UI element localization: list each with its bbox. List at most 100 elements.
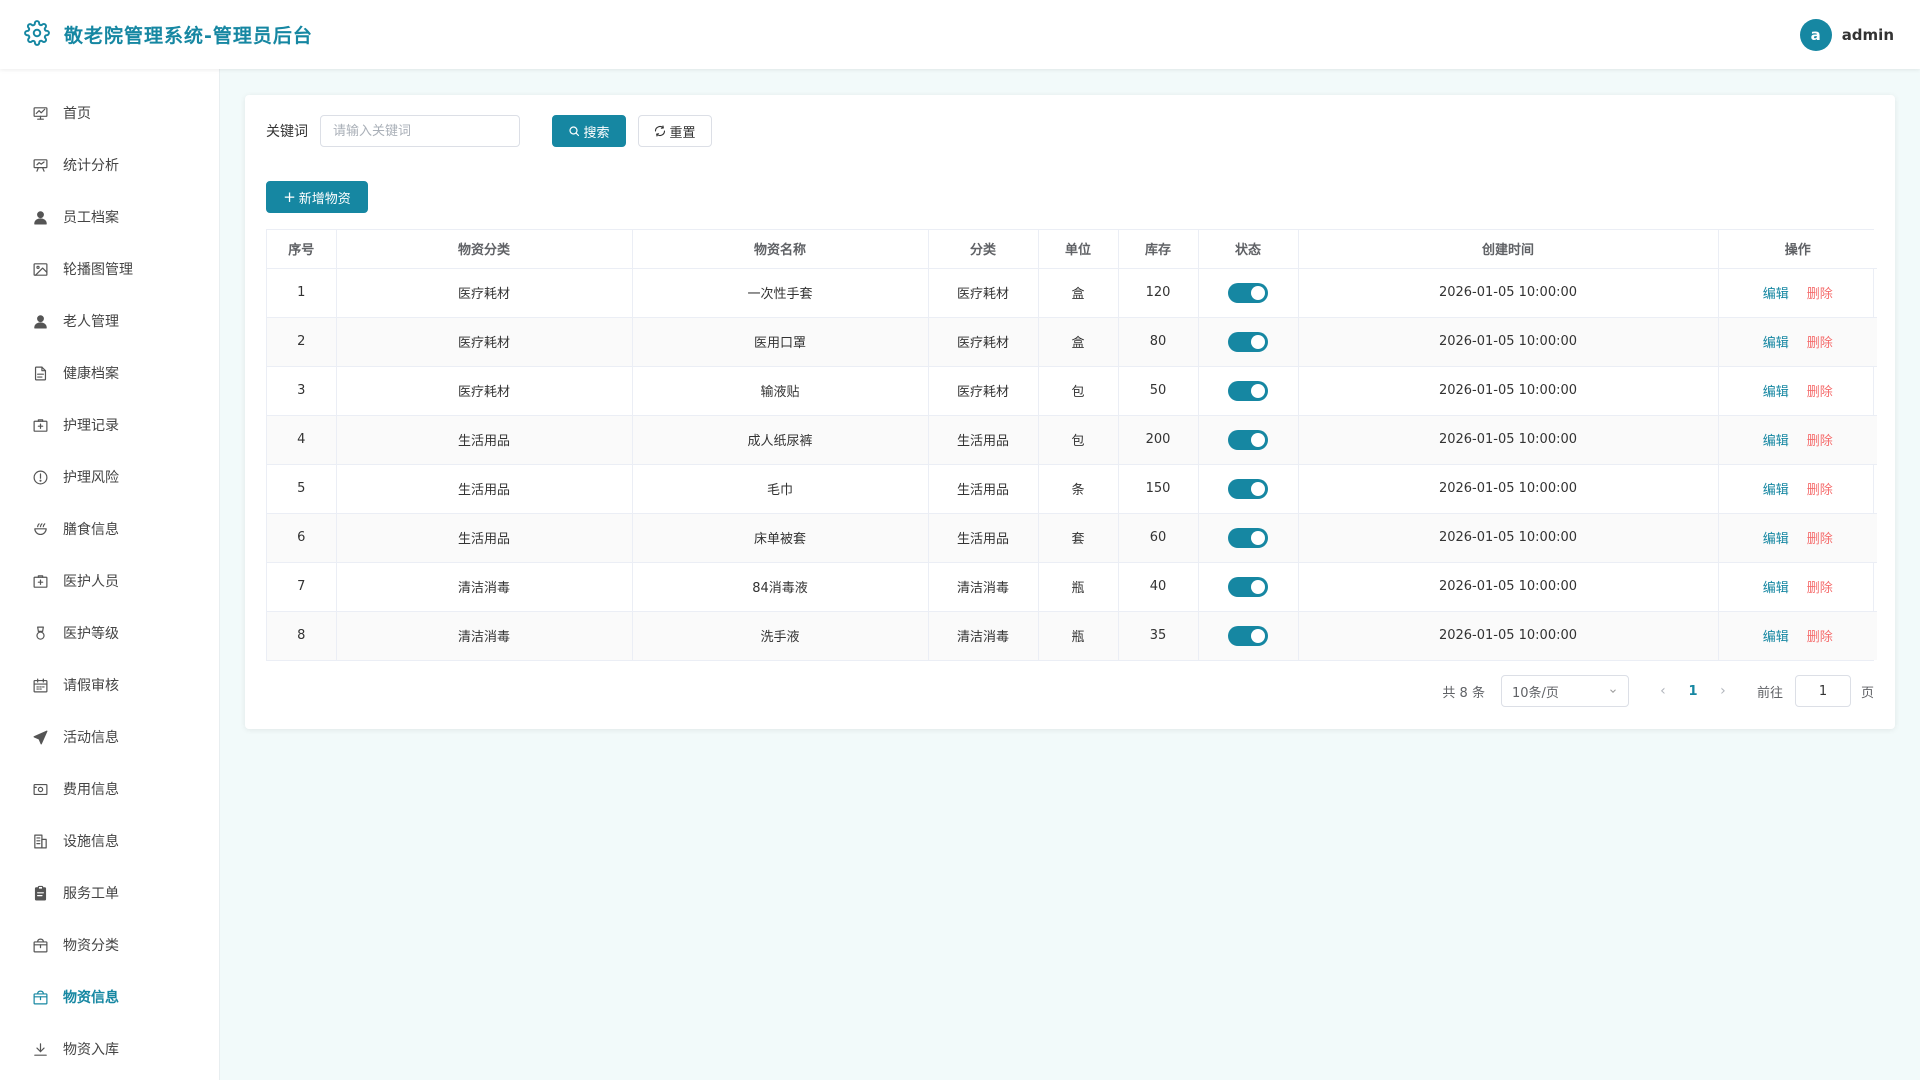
total-count: 共 8 条 [1442, 685, 1485, 701]
presentation-chart-icon [33, 158, 48, 172]
user-icon [34, 210, 47, 224]
cell-stock: 50 [1118, 366, 1199, 416]
delete-button[interactable]: 删除 [1807, 581, 1833, 596]
download-icon [34, 1042, 47, 1056]
sidebar-item-16[interactable]: 物资分类 [0, 919, 219, 971]
sidebar-item-5[interactable]: 健康档案 [0, 347, 219, 399]
sidebar-item-label: 膳食信息 [63, 522, 119, 538]
cell-created: 2026-01-05 10:00:00 [1298, 464, 1719, 514]
sidebar-item-label: 护理记录 [63, 418, 119, 434]
goto-page-input[interactable] [1794, 675, 1851, 707]
bowl-icon [34, 522, 47, 535]
status-toggle[interactable] [1228, 625, 1268, 646]
delete-button[interactable]: 删除 [1807, 483, 1833, 498]
column-header: 状态 [1198, 230, 1299, 269]
edit-button[interactable]: 编辑 [1763, 532, 1789, 547]
status-toggle[interactable] [1228, 282, 1268, 303]
cell-status [1198, 562, 1299, 612]
avatar[interactable]: a [1799, 18, 1832, 51]
cell-category: 清洁消毒 [336, 611, 633, 660]
cell-type: 医疗耗材 [928, 366, 1039, 416]
delete-button[interactable]: 删除 [1807, 532, 1833, 547]
cell-status [1198, 611, 1299, 660]
sidebar-item-label: 服务工单 [63, 886, 119, 902]
column-header: 序号 [267, 230, 337, 269]
edit-button[interactable]: 编辑 [1763, 630, 1789, 645]
sidebar-item-2[interactable]: 员工档案 [0, 191, 219, 243]
status-toggle[interactable] [1228, 380, 1268, 401]
table-row: 7 清洁消毒 84消毒液 清洁消毒瓶 40 2026-01-05 10:00:00 编辑 删除 [267, 562, 1877, 612]
sidebar-item-9[interactable]: 医护人员 [0, 555, 219, 607]
delete-button[interactable]: 删除 [1807, 434, 1833, 449]
sidebar-item-13[interactable]: 费用信息 [0, 763, 219, 815]
box-icon [33, 990, 48, 1004]
sidebar-item-18[interactable]: 物资入库 [0, 1023, 219, 1075]
delete-button[interactable]: 删除 [1807, 336, 1833, 351]
sidebar: 首页统计分析 员工档案 轮播图管理老人管理健康档案护理记录护理风险膳食信息医护人员医… [0, 69, 220, 1080]
sidebar-item-15[interactable]: 服务工单 [0, 867, 219, 919]
edit-button[interactable]: 编辑 [1763, 434, 1789, 449]
cell-actions: 编辑 删除 [1718, 366, 1877, 416]
edit-button[interactable]: 编辑 [1763, 483, 1789, 498]
brand: 敬老院管理系统-管理员后台 [24, 19, 313, 50]
sidebar-item-14[interactable]: 设施信息 [0, 815, 219, 867]
cell-status [1198, 513, 1299, 563]
medical-box-icon [33, 574, 48, 588]
prev-page-button[interactable]: ‹ [1651, 683, 1675, 699]
keyword-input[interactable] [320, 115, 520, 147]
cell-name: 洗手液 [632, 611, 929, 660]
username[interactable]: admin [1842, 26, 1894, 44]
sidebar-item-4[interactable]: 老人管理 [0, 295, 219, 347]
edit-button[interactable]: 编辑 [1763, 287, 1789, 302]
cell-stock: 200 [1118, 415, 1199, 465]
cell-stock: 150 [1118, 464, 1199, 514]
sidebar-item-label: 活动信息 [63, 730, 119, 746]
sidebar-item-10[interactable]: 医护等级 [0, 607, 219, 659]
top-header: 敬老院管理系统-管理员后台 a admin [0, 0, 1920, 69]
cell-type: 医疗耗材 [928, 317, 1039, 367]
cell-actions: 编辑 删除 [1718, 611, 1877, 660]
cell-stock: 60 [1118, 513, 1199, 563]
status-toggle[interactable] [1228, 429, 1268, 450]
table-row: 3 医疗耗材 输液贴 医疗耗材包 50 2026-01-05 10:00:00 编辑 删除 [267, 366, 1877, 416]
sidebar-item-8[interactable]: 膳食信息 [0, 503, 219, 555]
sidebar-item-label: 老人管理 [63, 314, 119, 330]
delete-button[interactable]: 删除 [1807, 287, 1833, 302]
status-toggle[interactable] [1228, 331, 1268, 352]
delete-button[interactable]: 删除 [1807, 630, 1833, 645]
status-toggle[interactable] [1228, 527, 1268, 548]
page-number-current[interactable]: 1 [1675, 684, 1711, 699]
cell-category: 生活用品 [336, 513, 633, 563]
user-menu[interactable]: a admin [1799, 18, 1894, 51]
page-size-select[interactable]: 10条/页 [1500, 675, 1629, 707]
delete-button[interactable]: 删除 [1807, 385, 1833, 400]
sidebar-item-label: 首页 [63, 106, 91, 122]
status-toggle[interactable] [1228, 478, 1268, 499]
cell-name: 84消毒液 [632, 562, 929, 612]
table-body: 1 医疗耗材 一次性手套 医疗耗材盒 120 2026-01-05 10:00:00 编辑删… [267, 268, 1877, 660]
cell-category: 医疗耗材 [336, 366, 633, 416]
sidebar-item-1[interactable]: 统计分析 [0, 139, 219, 191]
next-page-button[interactable]: › [1711, 683, 1735, 699]
search-button-label: 搜索 [583, 125, 610, 141]
sidebar-item-12[interactable]: 活动信息 [0, 711, 219, 763]
status-toggle[interactable] [1228, 576, 1268, 597]
cell-name: 成人纸尿裤 [632, 415, 929, 465]
edit-button[interactable]: 编辑 [1763, 581, 1789, 596]
edit-button[interactable]: 编辑 [1763, 336, 1789, 351]
cell-name: 输液贴 [632, 366, 929, 416]
sidebar-item-3[interactable]: 轮播图管理 [0, 243, 219, 295]
sidebar-item-label: 物资分类 [63, 938, 119, 954]
reset-button[interactable]: 重置 [638, 115, 712, 147]
sidebar-item-0[interactable]: 首页 [0, 87, 219, 139]
sidebar-item-7[interactable]: 护理风险 [0, 451, 219, 503]
pagination: 共 8 条 10条/页 ‹ 1 › 前往 页 [266, 675, 1874, 707]
sidebar-item-17[interactable]: 物资信息 [0, 971, 219, 1023]
add-supply-button[interactable]: + 新增物资 [266, 181, 368, 213]
sidebar-item-11[interactable]: 请假审核 [0, 659, 219, 711]
search-button[interactable]: 搜索 [552, 115, 626, 147]
cell-type: 医疗耗材 [928, 268, 1039, 318]
edit-button[interactable]: 编辑 [1763, 385, 1789, 400]
sidebar-item-6[interactable]: 护理记录 [0, 399, 219, 451]
chevron-down-icon [1610, 689, 1616, 693]
